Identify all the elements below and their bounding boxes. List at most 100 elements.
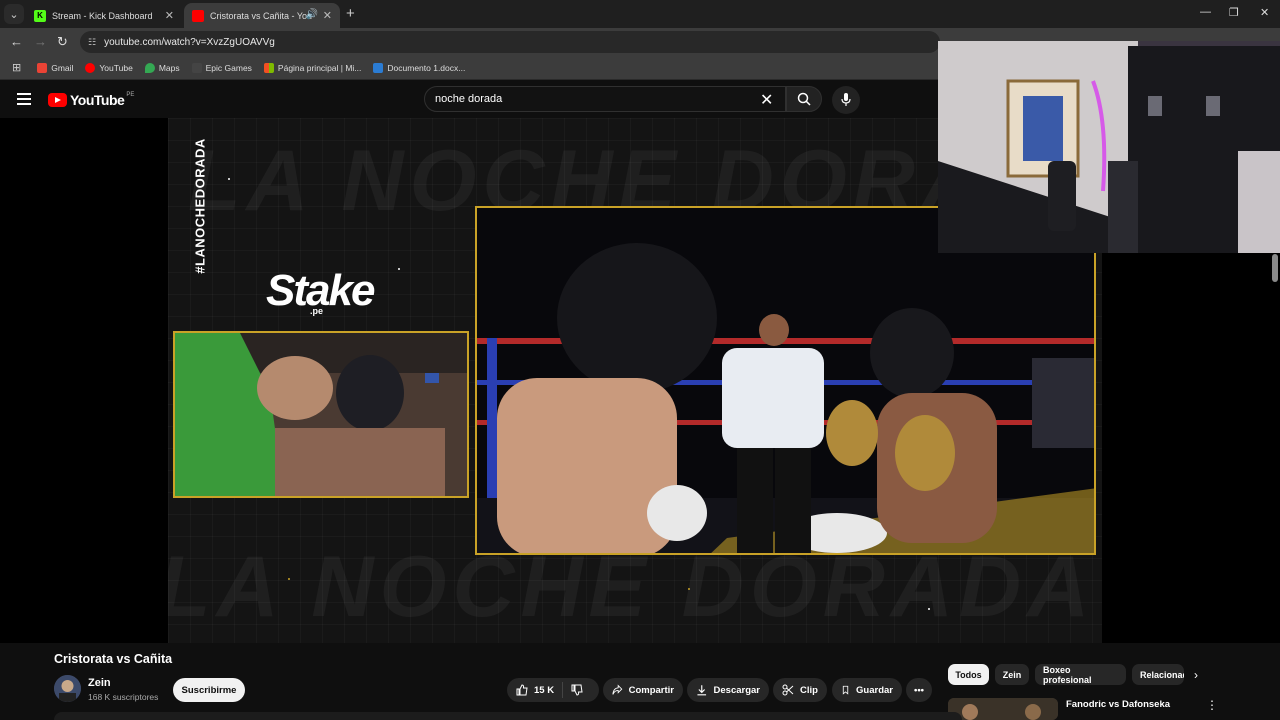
subscriber-count: 168 K suscriptores [88,692,159,702]
more-vertical-icon[interactable]: ⋮ [1206,698,1218,712]
save-button[interactable]: Guardar [832,678,902,702]
chevron-right-icon[interactable]: › [1194,668,1198,682]
tab-kick-dashboard[interactable]: K Stream - Kick Dashboard ✕ [26,3,182,28]
main-fight-video [475,206,1096,555]
bookmark-maps[interactable]: Maps [144,62,180,73]
back-icon[interactable]: ← [10,34,23,49]
youtube-favicon-icon [192,9,204,22]
bookmark-label: Maps [158,62,180,73]
chip-zein[interactable]: Zein [995,664,1029,685]
avatar-image [54,675,81,702]
epic-games-icon [191,62,202,73]
bookmark-label: Gmail [51,62,74,73]
like-count: 15 K [534,684,555,696]
gmail-icon [37,62,48,73]
clip-label: Clip [800,684,818,696]
like-button[interactable]: 15 K [516,684,554,696]
bookmark-icon [842,685,849,695]
region-code: PE [126,92,135,98]
download-icon [697,685,707,696]
tab-title: Cristorata vs Cañita - YouTube [210,10,312,21]
youtube-logo[interactable]: YouTube PE [48,92,134,108]
share-button[interactable]: Compartir [603,678,683,702]
apps-grid-icon[interactable]: ⊞ [12,61,21,74]
site-info-icon[interactable]: ☷ [88,37,96,48]
kick-favicon-icon: K [34,9,46,22]
sponsor-domain: .pe [310,306,324,316]
close-icon[interactable]: ✕ [165,9,174,22]
search-button[interactable] [786,86,822,112]
restore-icon[interactable]: ❐ [1229,6,1239,19]
recommended-title[interactable]: Fanodric vs Dafonseka [1066,699,1170,710]
share-label: Compartir [628,684,674,696]
tab-youtube-video[interactable]: Cristorata vs Cañita - YouTube 🔊 ✕ [184,3,340,28]
thumbs-up-icon [516,684,528,696]
menu-icon[interactable] [17,93,31,105]
more-actions-button[interactable]: ••• [906,678,932,702]
bookmark-label: YouTube [99,62,133,73]
chip-boxeo-profesional[interactable]: Boxeo profesional [1035,664,1126,685]
save-label: Guardar [856,684,893,696]
bookmark-epic-games[interactable]: Epic Games [191,62,252,73]
share-icon [612,684,623,695]
sparkle [398,268,400,270]
close-window-icon[interactable]: ✕ [1260,6,1269,19]
word-icon [373,62,384,73]
like-dislike-group: 15 K [507,678,599,702]
sparkle [928,608,930,610]
bookmark-label: Documento 1.docx... [387,62,466,73]
new-tab-button[interactable]: + [346,5,355,22]
bookmark-youtube[interactable]: YouTube [85,62,133,73]
microsoft-icon [263,62,274,73]
speaker-icon[interactable]: 🔊 [306,9,318,20]
scissors-icon [782,684,794,696]
bookmark-document[interactable]: Documento 1.docx... [373,62,466,73]
search-icon [797,92,811,106]
search-input[interactable]: noche dorada [424,86,786,112]
address-bar[interactable]: ☷ youtube.com/watch?v=XvzZgUOAVVg [80,31,940,53]
bookmark-office[interactable]: Página principal | Mi... [263,62,362,73]
streamer-webcam-overlay [938,41,1280,253]
chevron-down-icon: ⌄ [9,8,19,21]
reload-icon[interactable]: ↻ [57,34,68,50]
search-query-text: noche dorada [435,93,503,105]
microphone-icon [841,93,851,106]
browser-tab-strip: ⌄ K Stream - Kick Dashboard ✕ Cristorata… [0,0,1280,28]
url-text: youtube.com/watch?v=XvzZgUOAVVg [104,36,275,48]
clear-search-icon[interactable]: ✕ [760,90,773,110]
corner-replay-scene [175,333,467,496]
channel-avatar[interactable] [54,675,81,702]
hashtag-banner: #LANOCHEDORADA [190,138,210,274]
forward-icon[interactable]: → [34,34,47,49]
bookmark-gmail[interactable]: Gmail [37,62,74,73]
tab-title: Stream - Kick Dashboard [52,10,153,21]
clip-button[interactable]: Clip [773,678,827,702]
tab-search-button[interactable]: ⌄ [4,4,24,24]
divider [562,682,564,698]
download-label: Descargar [713,684,760,696]
chip-todos[interactable]: Todos [948,664,989,685]
maps-pin-icon [144,62,155,73]
page-scrollbar[interactable] [1272,254,1278,282]
hashtag-text: #LANOCHEDORADA [192,138,208,274]
bookmark-label: Epic Games [205,62,252,73]
download-button[interactable]: Descargar [687,678,769,702]
video-title: Cristorata vs Cañita [54,652,173,666]
sparkle [288,578,290,580]
sparkle [688,588,690,590]
recommended-thumbnail[interactable] [948,698,1058,720]
youtube-icon [85,62,96,73]
corner-replay-video [173,331,469,498]
channel-name[interactable]: Zein [88,677,111,689]
thumbs-down-icon[interactable] [571,684,583,696]
sparkle [228,178,230,180]
voice-search-button[interactable] [832,86,860,114]
bookmark-label: Página principal | Mi... [277,62,362,73]
chip-relacionado[interactable]: Relacionado [1132,664,1184,685]
subscribe-button[interactable]: Suscribirme [173,678,245,702]
thumbnail-image [948,698,1058,720]
minimize-icon[interactable]: — [1200,6,1211,18]
close-icon[interactable]: ✕ [323,9,332,22]
webcam-scene [938,41,1280,253]
description-box-edge [54,712,962,720]
